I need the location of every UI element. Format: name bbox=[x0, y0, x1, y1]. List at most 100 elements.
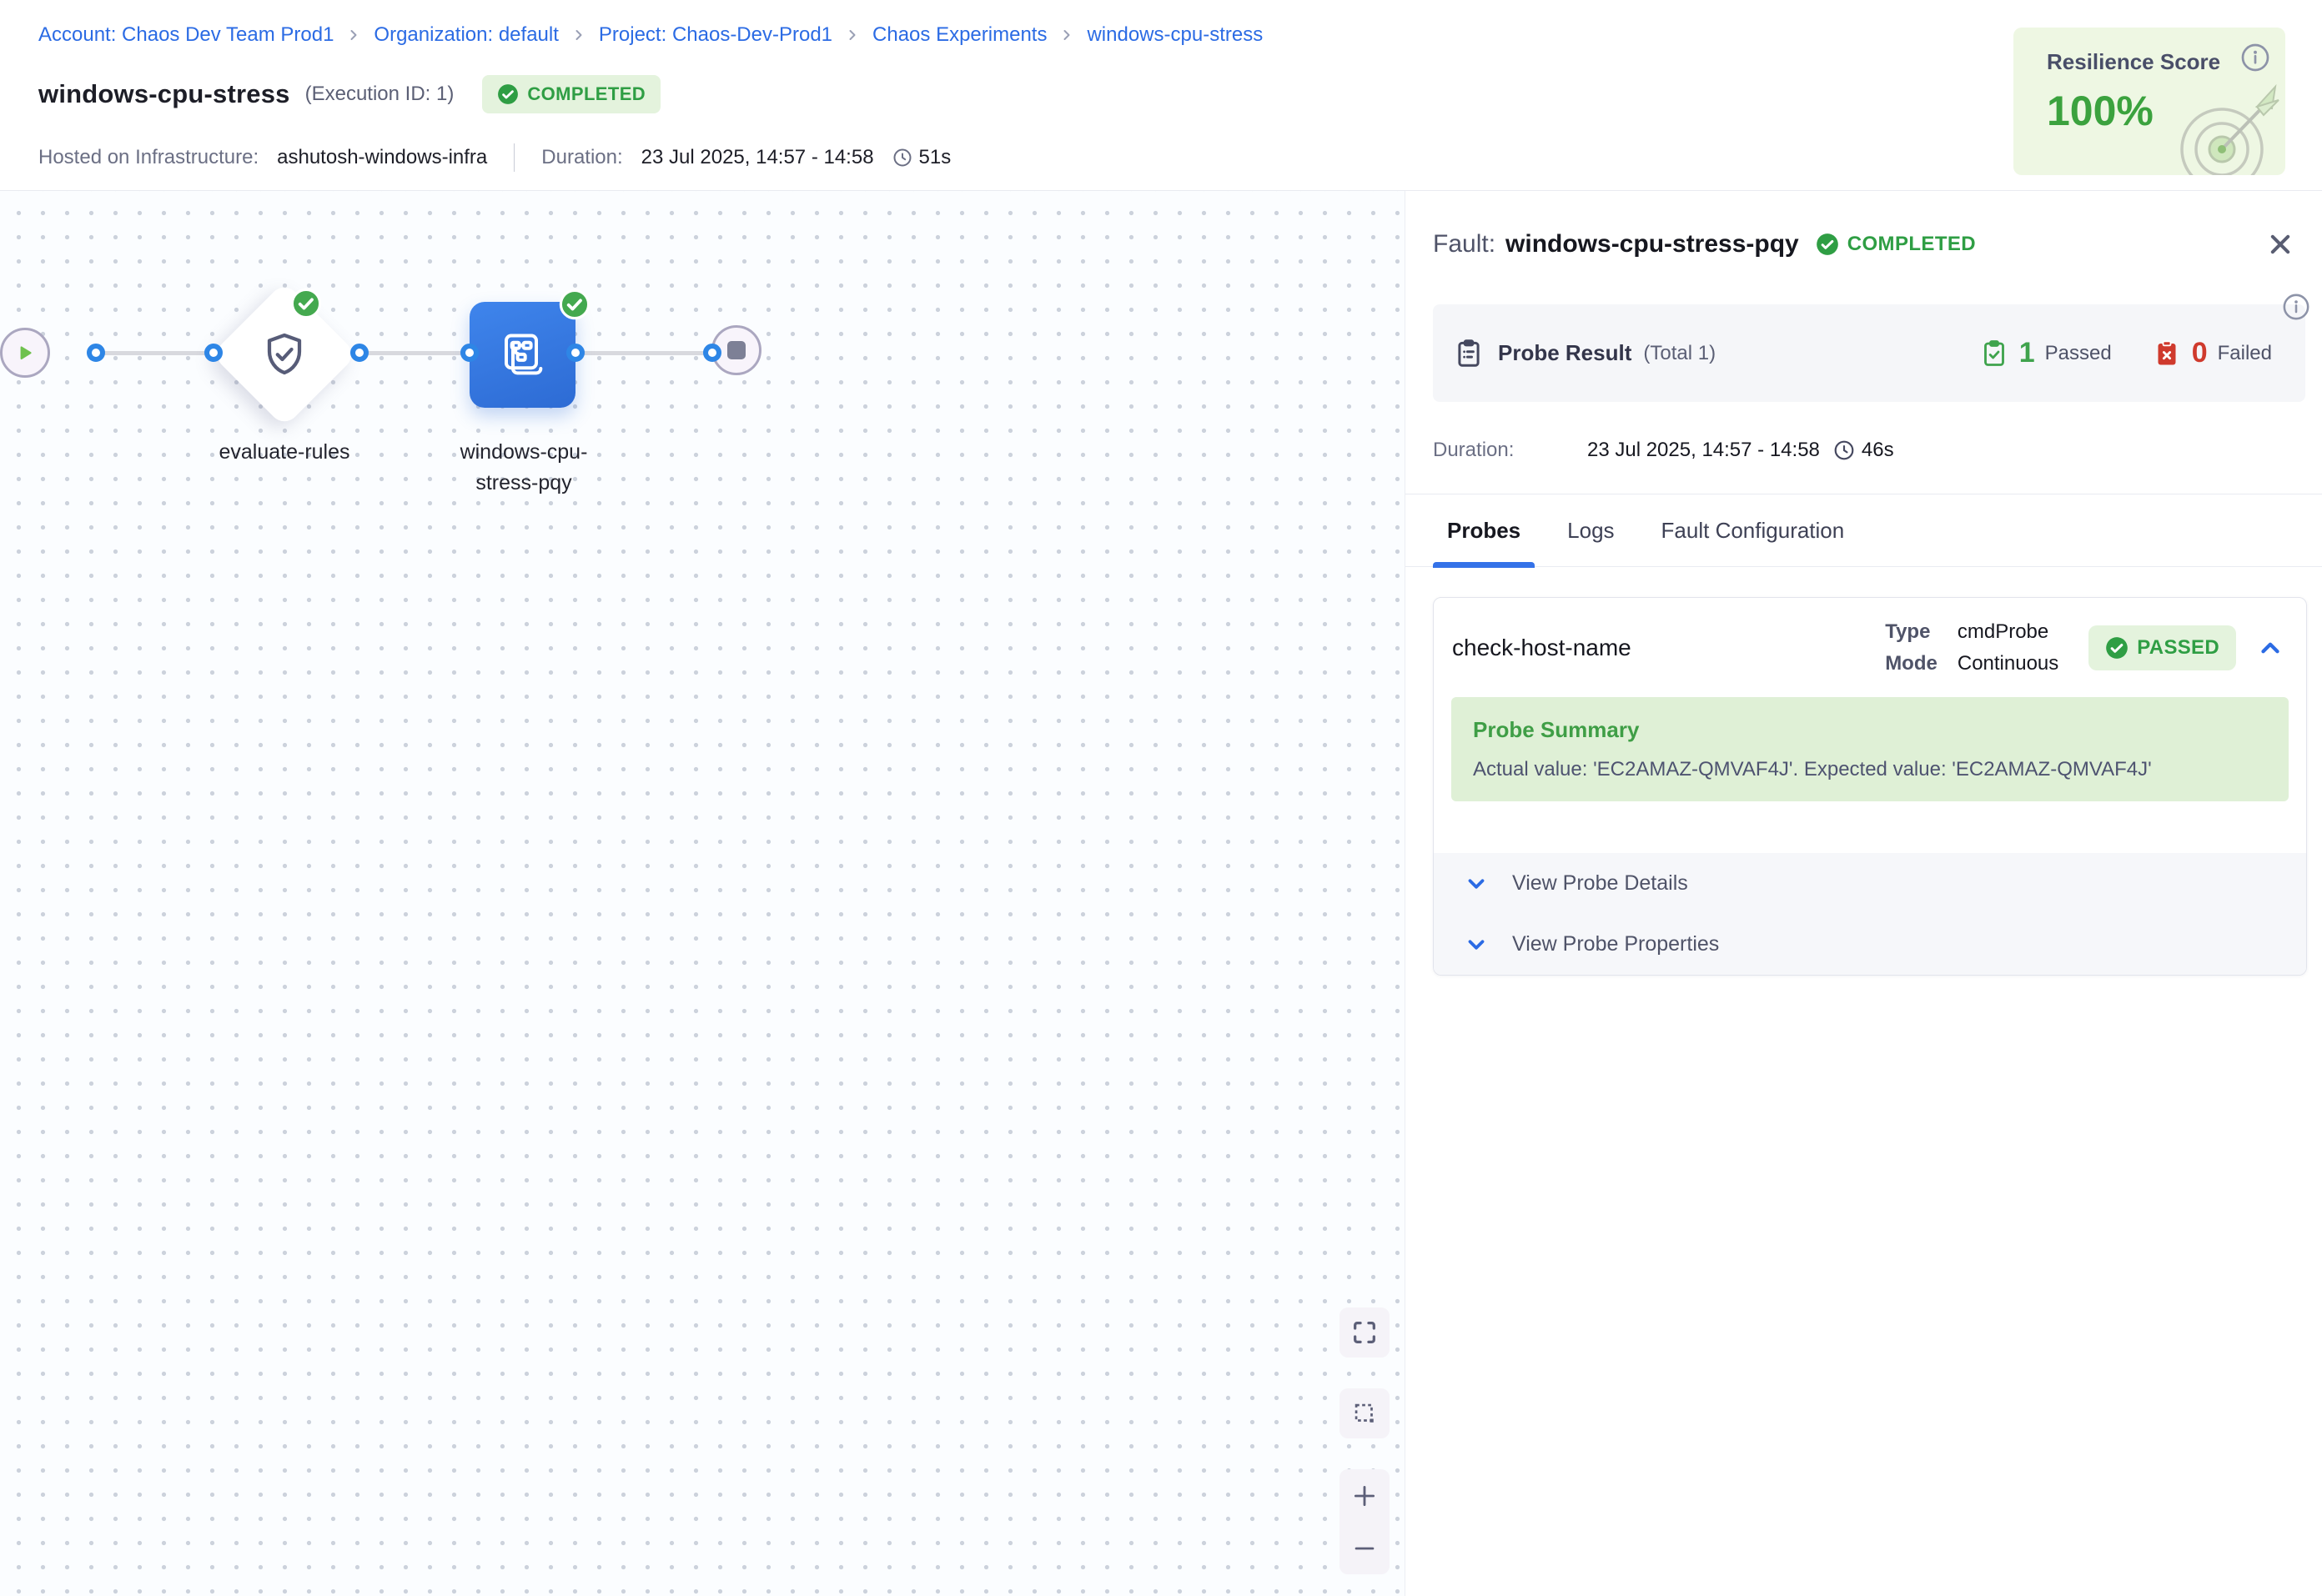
pipeline-edge bbox=[359, 351, 470, 355]
close-panel-button[interactable] bbox=[2264, 228, 2297, 261]
zoom-in-button[interactable] bbox=[1339, 1469, 1390, 1522]
chevron-up-icon bbox=[2256, 634, 2284, 662]
passed-group: 1 Passed bbox=[1979, 337, 2112, 369]
play-icon bbox=[14, 342, 36, 364]
probe-status-badge: PASSED bbox=[2088, 625, 2236, 670]
minus-icon bbox=[1350, 1534, 1379, 1563]
probe-result-summary: Probe Result (Total 1) 1 Passed 0 Failed bbox=[1433, 304, 2305, 402]
marquee-select-button[interactable] bbox=[1339, 1388, 1390, 1438]
breadcrumb-link-current[interactable]: windows-cpu-stress bbox=[1087, 23, 1263, 47]
plus-icon bbox=[1350, 1482, 1379, 1510]
probe-card-footer: View Probe Details View Probe Properties bbox=[1434, 853, 2306, 975]
chaos-fault-icon bbox=[496, 329, 550, 382]
chevron-right-icon bbox=[1058, 27, 1075, 43]
tab-logs[interactable]: Logs bbox=[1567, 494, 1614, 566]
pipeline-start-node bbox=[0, 328, 50, 378]
chevron-right-icon bbox=[844, 27, 861, 43]
connector-port bbox=[350, 344, 369, 362]
passed-count: 1 bbox=[2019, 337, 2035, 369]
success-check-icon bbox=[559, 289, 591, 320]
resilience-score-card: Resilience Score 100% bbox=[2013, 28, 2285, 175]
clipboard-list-icon bbox=[1453, 338, 1485, 369]
passed-label: Passed bbox=[2045, 342, 2112, 365]
node-label-evaluate-rules: evaluate-rules bbox=[201, 437, 368, 468]
check-circle-icon bbox=[2105, 636, 2128, 660]
connector-port bbox=[87, 344, 105, 362]
probe-card: check-host-name Type cmdProbe Mode Conti… bbox=[1433, 597, 2307, 976]
connector-port bbox=[566, 344, 585, 362]
view-probe-properties-label: View Probe Properties bbox=[1512, 932, 1719, 956]
probe-summary-title: Probe Summary bbox=[1473, 717, 2267, 743]
clipboard-x-icon bbox=[2152, 339, 2182, 369]
collapse-probe-button[interactable] bbox=[2256, 634, 2284, 662]
marquee-select-icon bbox=[1350, 1399, 1379, 1428]
duration-value: 23 Jul 2025, 14:57 - 14:58 bbox=[641, 146, 874, 169]
tab-probes[interactable]: Probes bbox=[1447, 494, 1520, 566]
infra-value: ashutosh-windows-infra bbox=[277, 146, 487, 169]
fault-name: windows-cpu-stress-pqy bbox=[1505, 230, 1799, 258]
panel-duration-elapsed: 46s bbox=[1862, 439, 1894, 462]
panel-duration-label: Duration: bbox=[1433, 439, 1587, 462]
chevron-down-icon bbox=[1464, 932, 1489, 957]
probe-mode-value: Continuous bbox=[1958, 652, 2058, 675]
infra-label: Hosted on Infrastructure: bbox=[38, 146, 259, 169]
chevron-right-icon bbox=[570, 27, 587, 43]
page-title: windows-cpu-stress bbox=[38, 79, 290, 109]
target-illustration bbox=[2170, 70, 2285, 175]
chevron-down-icon bbox=[1464, 871, 1489, 896]
check-circle-icon bbox=[1816, 233, 1839, 256]
breadcrumb-link-organization[interactable]: Organization: default bbox=[374, 23, 558, 47]
zoom-controls bbox=[1339, 1469, 1390, 1574]
connector-port bbox=[460, 344, 479, 362]
shield-check-icon bbox=[259, 329, 309, 379]
breadcrumb-link-project[interactable]: Project: Chaos-Dev-Prod1 bbox=[599, 23, 832, 47]
view-probe-details-label: View Probe Details bbox=[1512, 871, 1688, 896]
probe-result-total: (Total 1) bbox=[1643, 342, 1716, 365]
probe-type-label: Type bbox=[1885, 620, 1938, 644]
failed-label: Failed bbox=[2218, 342, 2272, 365]
probe-summary-box: Probe Summary Actual value: 'EC2AMAZ-QMV… bbox=[1451, 697, 2289, 801]
zoom-out-button[interactable] bbox=[1339, 1522, 1390, 1574]
chevron-right-icon bbox=[345, 27, 362, 43]
duration-elapsed: 51s bbox=[919, 146, 952, 169]
info-icon[interactable] bbox=[2240, 43, 2270, 73]
fault-status: COMPLETED bbox=[1816, 233, 1976, 256]
probe-status-label: PASSED bbox=[2137, 636, 2219, 660]
fault-status-label: COMPLETED bbox=[1847, 233, 1976, 256]
pipeline-edge bbox=[575, 351, 712, 355]
panel-tabs: Probes Logs Fault Configuration bbox=[1405, 494, 2322, 567]
stop-icon bbox=[727, 341, 746, 359]
status-badge: COMPLETED bbox=[482, 75, 661, 113]
connector-port bbox=[703, 344, 721, 362]
execution-id: (Execution ID: 1) bbox=[305, 83, 455, 106]
breadcrumb-link-experiments[interactable]: Chaos Experiments bbox=[872, 23, 1047, 47]
tab-fault-configuration[interactable]: Fault Configuration bbox=[1661, 494, 1845, 566]
fault-details-panel: Fault: windows-cpu-stress-pqy COMPLETED … bbox=[1405, 191, 2322, 1596]
duration-label: Duration: bbox=[541, 146, 622, 169]
failed-group: 0 Failed bbox=[2152, 337, 2272, 369]
success-check-icon bbox=[290, 288, 322, 319]
probe-summary-text: Actual value: 'EC2AMAZ-QMVAF4J'. Expecte… bbox=[1473, 758, 2267, 781]
divider bbox=[514, 143, 515, 172]
check-circle-icon bbox=[497, 83, 519, 105]
fault-label: Fault: bbox=[1433, 230, 1495, 258]
view-probe-details-row[interactable]: View Probe Details bbox=[1434, 853, 2306, 914]
clock-icon bbox=[1833, 439, 1855, 461]
breadcrumb: Account: Chaos Dev Team Prod1 Organizati… bbox=[38, 23, 2322, 47]
probe-type-value: cmdProbe bbox=[1958, 620, 2058, 644]
probe-mode-label: Mode bbox=[1885, 652, 1938, 675]
panel-duration-value: 23 Jul 2025, 14:57 - 14:58 bbox=[1587, 439, 1820, 462]
probe-name: check-host-name bbox=[1452, 635, 1631, 661]
breadcrumb-link-account[interactable]: Account: Chaos Dev Team Prod1 bbox=[38, 23, 334, 47]
clock-icon bbox=[892, 148, 912, 168]
view-probe-properties-row[interactable]: View Probe Properties bbox=[1434, 914, 2306, 975]
pipeline-edge bbox=[96, 351, 214, 355]
fullscreen-button[interactable] bbox=[1339, 1307, 1390, 1358]
info-icon[interactable] bbox=[2282, 293, 2310, 321]
pipeline-canvas[interactable]: evaluate-rules windows-cpu-stress-pqy bbox=[0, 191, 1405, 1596]
clipboard-check-icon bbox=[1979, 339, 2009, 369]
connector-port bbox=[204, 344, 223, 362]
fullscreen-icon bbox=[1350, 1318, 1379, 1347]
status-badge-label: COMPLETED bbox=[527, 83, 646, 105]
node-label-fault: windows-cpu-stress-pqy bbox=[458, 437, 590, 499]
